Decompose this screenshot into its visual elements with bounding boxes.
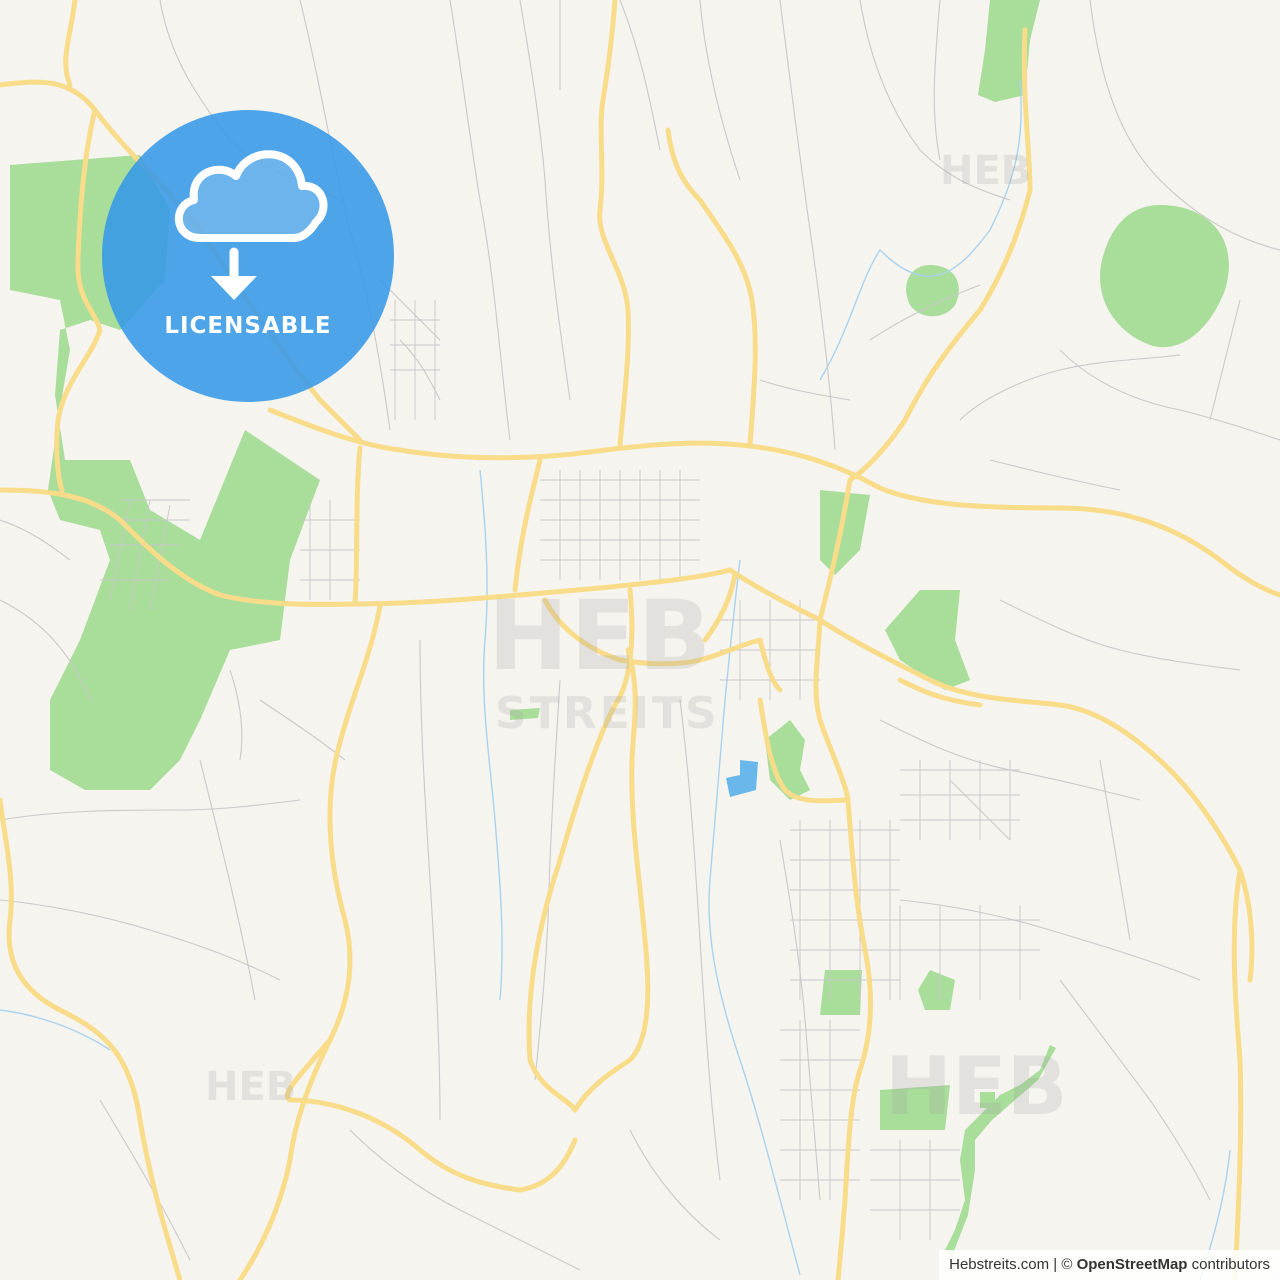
licensable-label: LICENSABLE xyxy=(164,313,332,339)
attribution-osm-link[interactable]: OpenStreetMap xyxy=(1077,1256,1188,1273)
cloud-download-icon xyxy=(175,150,328,300)
attribution-separator: | © xyxy=(1049,1256,1077,1273)
watermark-small-north: HEB xyxy=(940,148,1032,194)
watermark-small-southwest: HEB xyxy=(205,1064,297,1110)
map-canvas[interactable]: HEB STREITS HEB HEB HEB LICENSABLE Hebst… xyxy=(0,0,1280,1280)
attribution: Hebstreits.com | © OpenStreetMap contrib… xyxy=(939,1250,1280,1280)
licensable-badge[interactable]: LICENSABLE xyxy=(102,110,394,402)
watermark-sub: STREITS xyxy=(495,688,720,739)
attribution-site-link[interactable]: Hebstreits.com xyxy=(949,1256,1049,1273)
watermark-main: HEB xyxy=(488,580,714,692)
attribution-suffix: contributors xyxy=(1187,1256,1270,1273)
watermark-southeast: HEB xyxy=(885,1040,1068,1133)
park-south-1 xyxy=(820,970,862,1015)
